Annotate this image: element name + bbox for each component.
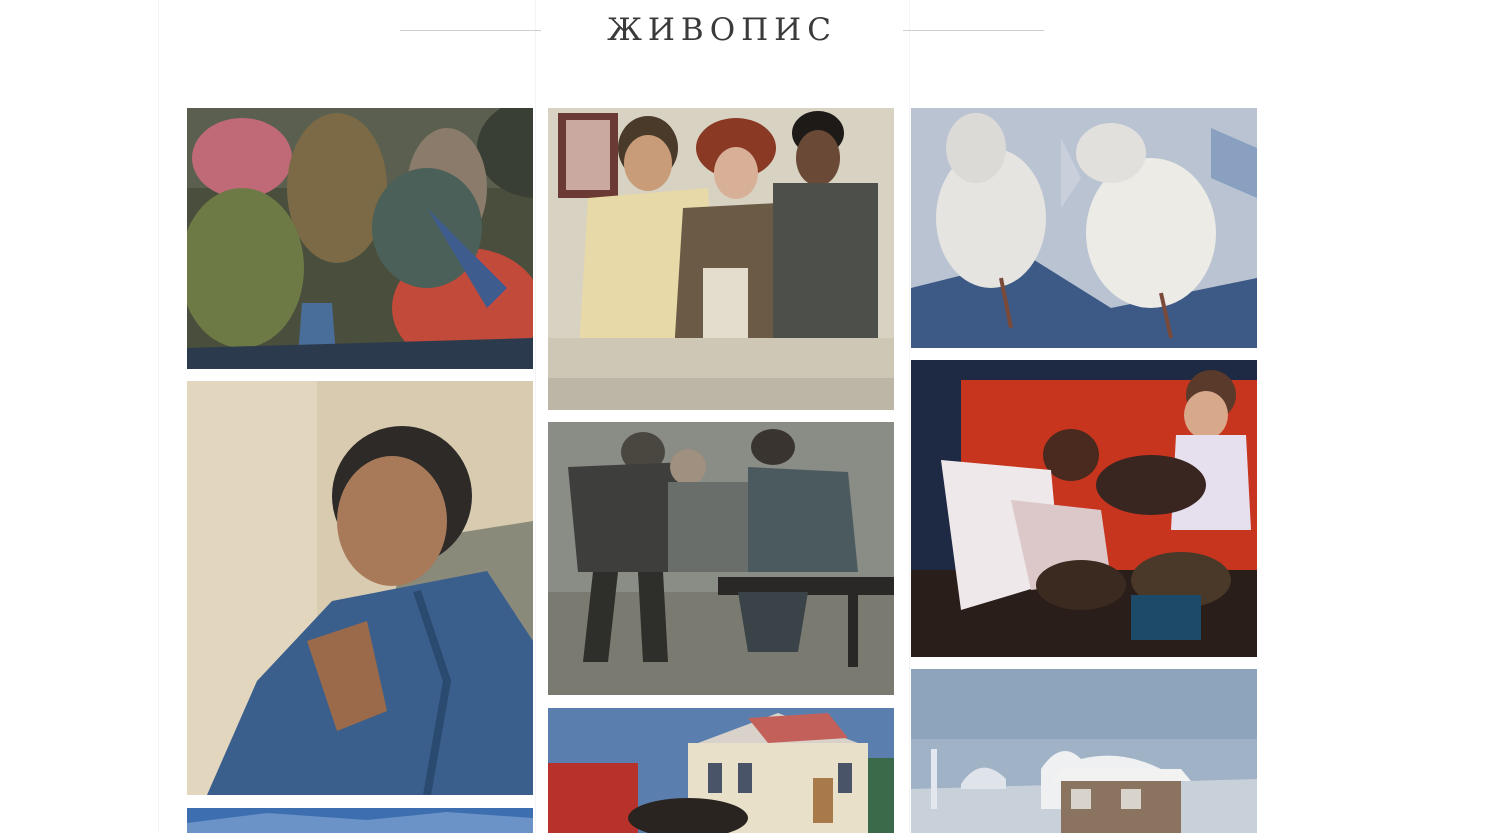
heading-rule-left [400,29,541,31]
painting-three-figures[interactable] [548,108,894,410]
painting-women-with-bread-image [911,360,1257,657]
heading-rule-right [903,29,1044,31]
layout-guide-left [158,0,159,833]
painting-snowy-street-image [548,708,894,833]
painting-self-portrait[interactable] [187,381,533,795]
painting-white-geese[interactable] [911,108,1257,348]
painting-three-figures-image [548,108,894,410]
painting-white-geese-image [911,108,1257,348]
painting-workers-resting[interactable] [548,422,894,695]
painting-self-portrait-image [187,381,533,795]
painting-winter-landscape-image [911,669,1257,833]
layout-guide-mid-left [535,0,536,833]
painting-still-life-image [187,108,533,369]
painting-women-with-bread[interactable] [911,360,1257,657]
painting-workers-resting-image [548,422,894,695]
painting-snowy-street[interactable] [548,708,894,833]
painting-winter-landscape[interactable] [911,669,1257,833]
section-title: ЖИВОПИС [607,12,837,48]
layout-guide-mid-right [909,0,910,833]
painting-blue-landscape[interactable] [187,808,533,833]
painting-still-life[interactable] [187,108,533,369]
section-header: ЖИВОПИС [400,8,1044,52]
painting-blue-landscape-image [187,808,533,833]
